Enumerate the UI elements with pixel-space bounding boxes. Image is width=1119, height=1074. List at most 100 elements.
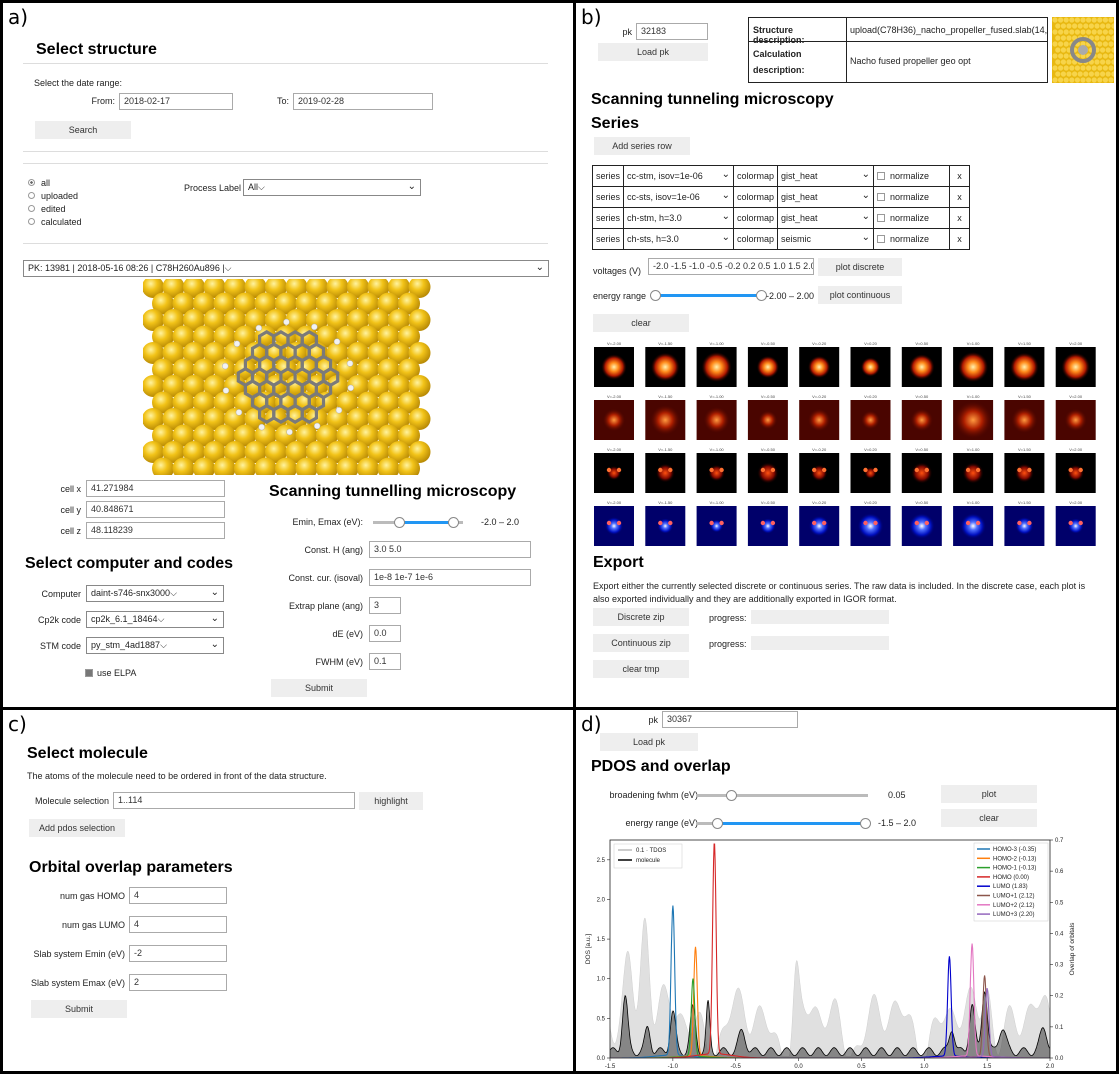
stm-voltage-label: V=-0.50	[761, 394, 776, 399]
add-pdos-selection-button[interactable]: Add pdos selection	[29, 819, 125, 837]
plot-button[interactable]: plot	[941, 785, 1037, 803]
series-select[interactable]: cc-sts, isov=1e-06 ⌄	[623, 186, 735, 208]
stm-image-blob	[909, 354, 935, 380]
de-input[interactable]: 0.0	[369, 625, 401, 642]
y2-tick-label: 0.6	[1055, 869, 1064, 875]
const-cur-input[interactable]: 1e-8 1e-7 1e-6	[369, 569, 531, 586]
gold-atom	[1094, 35, 1100, 41]
remove-row-button[interactable]: x	[949, 228, 971, 250]
radio-all[interactable]	[28, 179, 35, 186]
load-pk-button[interactable]: Load pk	[598, 43, 708, 61]
series-select[interactable]: cc-stm, isov=1e-06 ⌄	[623, 165, 735, 187]
remove-row-button[interactable]: x	[949, 186, 971, 208]
stm-voltage-label: V=2.00	[1069, 394, 1083, 399]
cell-x-input[interactable]: 41.271984	[86, 480, 225, 497]
stm-image-spot	[975, 467, 981, 473]
select-structure-title: Select structure	[36, 41, 157, 58]
colormap-select[interactable]: gist_heat ⌄	[777, 186, 875, 208]
normalize-checkbox[interactable]	[877, 172, 886, 180]
emax-knob[interactable]	[448, 517, 459, 528]
continuous-zip-button[interactable]: Continuous zip	[593, 634, 689, 652]
clear-button[interactable]: clear	[941, 809, 1037, 827]
radio-uploaded[interactable]	[28, 192, 35, 199]
clear-button[interactable]: clear	[593, 314, 689, 332]
broadening-track[interactable]	[696, 794, 868, 797]
stm-image-spot	[863, 520, 868, 526]
radio-calculated[interactable]	[28, 218, 35, 225]
colormap-select[interactable]: gist_heat ⌄	[777, 165, 875, 187]
add-series-button[interactable]: Add series row	[594, 137, 690, 155]
from-date-input[interactable]: 2018-02-17	[119, 93, 233, 110]
normalize-checkbox[interactable]	[877, 193, 886, 201]
normalize-cell[interactable]: normalize	[873, 228, 951, 250]
structure-viewer[interactable]	[143, 279, 433, 475]
remove-row-button[interactable]: x	[949, 165, 971, 187]
clear-tmp-button[interactable]: clear tmp	[593, 660, 689, 678]
highlight-button[interactable]: highlight	[359, 792, 423, 810]
extrap-input[interactable]: 3	[369, 597, 401, 614]
cell-z-input[interactable]: 48.118239	[86, 522, 225, 539]
cp2k-select[interactable]: cp2k_6.1_18464 ⌄	[86, 611, 224, 628]
cell-y-label: cell y	[60, 505, 81, 515]
colormap-select[interactable]: gist_heat ⌄	[777, 207, 875, 229]
hydrogen-atom	[283, 318, 290, 326]
divider	[23, 63, 548, 64]
stm-image-blob	[953, 400, 994, 440]
const-h-input[interactable]: 3.0 5.0	[369, 541, 531, 558]
x-tick-label: 0.0	[794, 1064, 803, 1070]
stm-voltage-label: V=1.00	[967, 341, 981, 346]
fwhm-input[interactable]: 0.1	[369, 653, 401, 670]
normalize-cell[interactable]: normalize	[873, 165, 951, 187]
hydrogen-atom	[346, 360, 354, 367]
load-pk-button[interactable]: Load pk	[600, 733, 698, 751]
voltages-label: voltages (V)	[593, 266, 642, 276]
pk-input[interactable]: 30367	[662, 711, 798, 728]
energy-max-knob[interactable]	[860, 818, 871, 829]
slab-emin-input[interactable]: -2	[129, 945, 227, 962]
gold-atom	[1080, 65, 1086, 71]
stm-image-spot	[914, 467, 919, 473]
stm-voltage-label: V=0.50	[915, 394, 929, 399]
plot-discrete-button[interactable]: plot discrete	[818, 258, 902, 276]
submit-button[interactable]: Submit	[31, 1000, 127, 1018]
submit-button[interactable]: Submit	[271, 679, 367, 697]
gold-atom	[1100, 23, 1106, 29]
panel-label-b: b)	[581, 5, 602, 29]
search-button[interactable]: Search	[35, 121, 131, 139]
emin-knob[interactable]	[394, 517, 405, 528]
normalize-checkbox[interactable]	[877, 235, 886, 243]
structure-select[interactable]: PK: 13981 | 2018-05-16 08:26 | C78H260Au…	[23, 260, 549, 277]
series-select[interactable]: ch-sts, h=3.0 ⌄	[623, 228, 735, 250]
series-select[interactable]: ch-stm, h=3.0 ⌄	[623, 207, 735, 229]
pk-input[interactable]: 32183	[636, 23, 708, 40]
num-gas-homo-input[interactable]: 4	[129, 887, 227, 904]
normalize-cell[interactable]: normalize	[873, 207, 951, 229]
gold-atom	[1091, 17, 1097, 23]
computer-select[interactable]: daint-s746-snx3000 ⌄	[86, 585, 224, 602]
stm-voltage-label: V=-1.00	[710, 500, 725, 505]
discrete-zip-button[interactable]: Discrete zip	[593, 608, 689, 626]
normalize-cell[interactable]: normalize	[873, 186, 951, 208]
elpa-checkbox[interactable]	[85, 669, 93, 677]
slab-emax-input[interactable]: 2	[129, 974, 227, 991]
normalize-checkbox[interactable]	[877, 214, 886, 222]
stm-code-select[interactable]: py_stm_4ad1887 ⌄	[86, 637, 224, 654]
hydrogen-atom	[222, 362, 229, 370]
broadening-value: 0.05	[888, 790, 906, 800]
cell-y-input[interactable]: 40.848671	[86, 501, 225, 518]
energy-min-knob[interactable]	[650, 290, 661, 301]
molecule-selection-input[interactable]: 1..114	[113, 792, 355, 809]
chevron-down-icon: ⌄	[210, 587, 219, 598]
process-select[interactable]: All ⌄	[243, 179, 421, 196]
energy-min-knob[interactable]	[712, 818, 723, 829]
broadening-knob[interactable]	[726, 790, 737, 801]
series-label: series	[591, 228, 625, 250]
num-gas-lumo-input[interactable]: 4	[129, 916, 227, 933]
radio-edited[interactable]	[28, 205, 35, 212]
colormap-select[interactable]: seismic ⌄	[777, 228, 875, 250]
plot-continuous-button[interactable]: plot continuous	[818, 286, 902, 304]
to-date-input[interactable]: 2019-02-28	[293, 93, 433, 110]
legend-label: LUMO (1.83)	[993, 884, 1028, 890]
voltages-input[interactable]: -2.0 -1.5 -1.0 -0.5 -0.2 0.2 0.5 1.0 1.5…	[648, 258, 814, 275]
remove-row-button[interactable]: x	[949, 207, 971, 229]
